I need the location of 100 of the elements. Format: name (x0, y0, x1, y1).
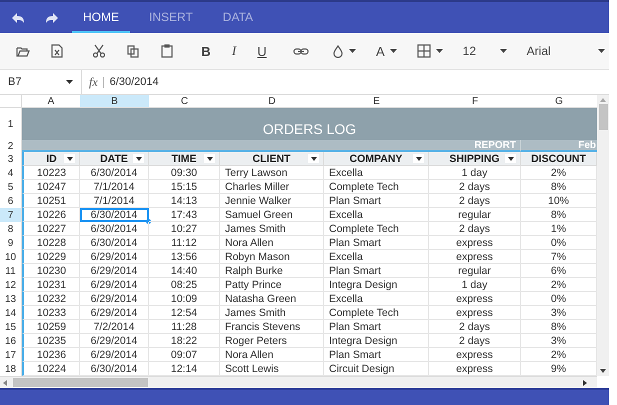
selected-cell[interactable]: 6/30/2014 (80, 208, 149, 222)
row-header[interactable]: 8 (0, 222, 22, 236)
table-cell[interactable]: 10233 (22, 306, 80, 320)
row-header[interactable]: 10 (0, 250, 22, 264)
table-cell[interactable]: express (429, 236, 521, 250)
table-cell[interactable]: express (429, 292, 521, 306)
excel-file-icon[interactable] (50, 44, 64, 58)
table-cell[interactable]: 6/29/2014 (80, 334, 149, 348)
row-header[interactable]: 5 (0, 180, 22, 194)
table-cell[interactable]: Excella (324, 292, 429, 306)
table-cell[interactable]: 6/29/2014 (80, 250, 149, 264)
table-cell[interactable]: 12:54 (149, 306, 220, 320)
table-cell[interactable]: Plan Smart (324, 236, 429, 250)
table-cell[interactable]: 10226 (22, 208, 80, 222)
table-cell[interactable]: 6/29/2014 (80, 278, 149, 292)
table-cell[interactable]: 1 day (429, 166, 521, 180)
table-cell[interactable]: 2 days (429, 320, 521, 334)
table-cell[interactable]: Nora Allen (220, 348, 324, 362)
font-color-button[interactable]: A (373, 39, 400, 63)
table-cell[interactable]: Roger Peters (220, 334, 324, 348)
table-cell[interactable]: 10231 (22, 278, 80, 292)
formula-input[interactable]: 6/30/2014 (110, 76, 159, 88)
row-header[interactable]: 4 (0, 166, 22, 180)
scroll-right-icon[interactable] (583, 380, 587, 386)
table-cell[interactable]: Plan Smart (324, 264, 429, 278)
bold-button[interactable]: B (195, 39, 217, 63)
filter-button[interactable] (413, 154, 424, 163)
underline-button[interactable]: U (251, 39, 273, 63)
table-cell[interactable]: 10:09 (149, 292, 220, 306)
table-cell[interactable]: 09:30 (149, 166, 220, 180)
table-cell[interactable]: 15:15 (149, 180, 220, 194)
table-cell[interactable]: Francis Stevens (220, 320, 324, 334)
table-cell[interactable]: Plan Smart (324, 320, 429, 334)
row-header[interactable]: 11 (0, 264, 22, 278)
row-header[interactable]: 12 (0, 278, 22, 292)
clipboard-icon[interactable] (160, 44, 174, 58)
table-cell[interactable]: 10:27 (149, 222, 220, 236)
scrollbar-thumb[interactable] (13, 378, 148, 387)
table-cell[interactable]: Excella (324, 208, 429, 222)
row-header[interactable]: 7 (0, 208, 22, 222)
fill-handle[interactable] (146, 219, 151, 224)
table-cell[interactable]: Ralph Burke (220, 264, 324, 278)
table-cell[interactable]: 10223 (22, 166, 80, 180)
column-header[interactable]: B (80, 95, 149, 108)
table-cell[interactable]: 14:40 (149, 264, 220, 278)
filter-button[interactable] (133, 154, 144, 163)
scroll-down-icon[interactable] (600, 369, 606, 373)
table-cell[interactable]: Complete Tech (324, 306, 429, 320)
table-cell[interactable]: Terry Lawson (220, 166, 324, 180)
table-cell[interactable]: 6/29/2014 (80, 306, 149, 320)
table-cell[interactable]: regular (429, 264, 521, 278)
table-cell[interactable]: 6/29/2014 (80, 292, 149, 306)
table-cell[interactable]: Complete Tech (324, 222, 429, 236)
table-cell[interactable]: express (429, 250, 521, 264)
table-cell[interactable]: 2 days (429, 222, 521, 236)
row-header[interactable]: 16 (0, 334, 22, 348)
row-header[interactable]: 17 (0, 348, 22, 362)
table-cell[interactable]: Excella (324, 166, 429, 180)
table-cell[interactable]: Integra Design (324, 278, 429, 292)
table-cell[interactable]: 14:13 (149, 194, 220, 208)
table-cell[interactable]: 11:28 (149, 320, 220, 334)
table-cell[interactable]: Charles Miller (220, 180, 324, 194)
undo-icon[interactable] (11, 12, 25, 24)
table-cell[interactable]: James Smith (220, 306, 324, 320)
table-cell[interactable]: 6/30/2014 (80, 236, 149, 250)
table-cell[interactable]: 11:12 (149, 236, 220, 250)
cut-icon[interactable] (92, 44, 106, 58)
table-cell[interactable]: 2 days (429, 194, 521, 208)
filter-button[interactable] (204, 154, 215, 163)
table-cell[interactable]: 10235 (22, 334, 80, 348)
redo-icon[interactable] (45, 12, 59, 24)
table-cell[interactable]: 6/29/2014 (80, 264, 149, 278)
scroll-left-icon[interactable] (3, 380, 7, 386)
row-header[interactable]: 13 (0, 292, 22, 306)
filter-button[interactable] (64, 154, 75, 163)
table-cell[interactable]: James Smith (220, 222, 324, 236)
table-cell[interactable]: 09:07 (149, 348, 220, 362)
row-header[interactable]: 14 (0, 306, 22, 320)
table-cell[interactable]: 10232 (22, 292, 80, 306)
table-cell[interactable]: 10247 (22, 180, 80, 194)
table-cell[interactable]: Patty Prince (220, 278, 324, 292)
table-cell[interactable]: 7/2/2014 (80, 320, 149, 334)
table-cell[interactable]: 10259 (22, 320, 80, 334)
table-cell[interactable]: 2 days (429, 334, 521, 348)
filter-button[interactable] (308, 154, 319, 163)
table-cell[interactable]: Plan Smart (324, 348, 429, 362)
table-cell[interactable]: regular (429, 208, 521, 222)
table-cell[interactable]: Plan Smart (324, 194, 429, 208)
table-cell[interactable]: express (429, 348, 521, 362)
table-cell[interactable]: Integra Design (324, 334, 429, 348)
table-cell[interactable]: Natasha Green (220, 292, 324, 306)
table-cell[interactable]: 10230 (22, 264, 80, 278)
row-header[interactable]: 9 (0, 236, 22, 250)
table-cell[interactable]: 2 days (429, 180, 521, 194)
table-cell[interactable]: Complete Tech (324, 180, 429, 194)
table-cell[interactable]: 6/29/2014 (80, 348, 149, 362)
table-cell[interactable]: Excella (324, 250, 429, 264)
table-cell[interactable]: 10251 (22, 194, 80, 208)
filter-button[interactable] (505, 154, 516, 163)
table-cell[interactable]: 7/1/2014 (80, 180, 149, 194)
